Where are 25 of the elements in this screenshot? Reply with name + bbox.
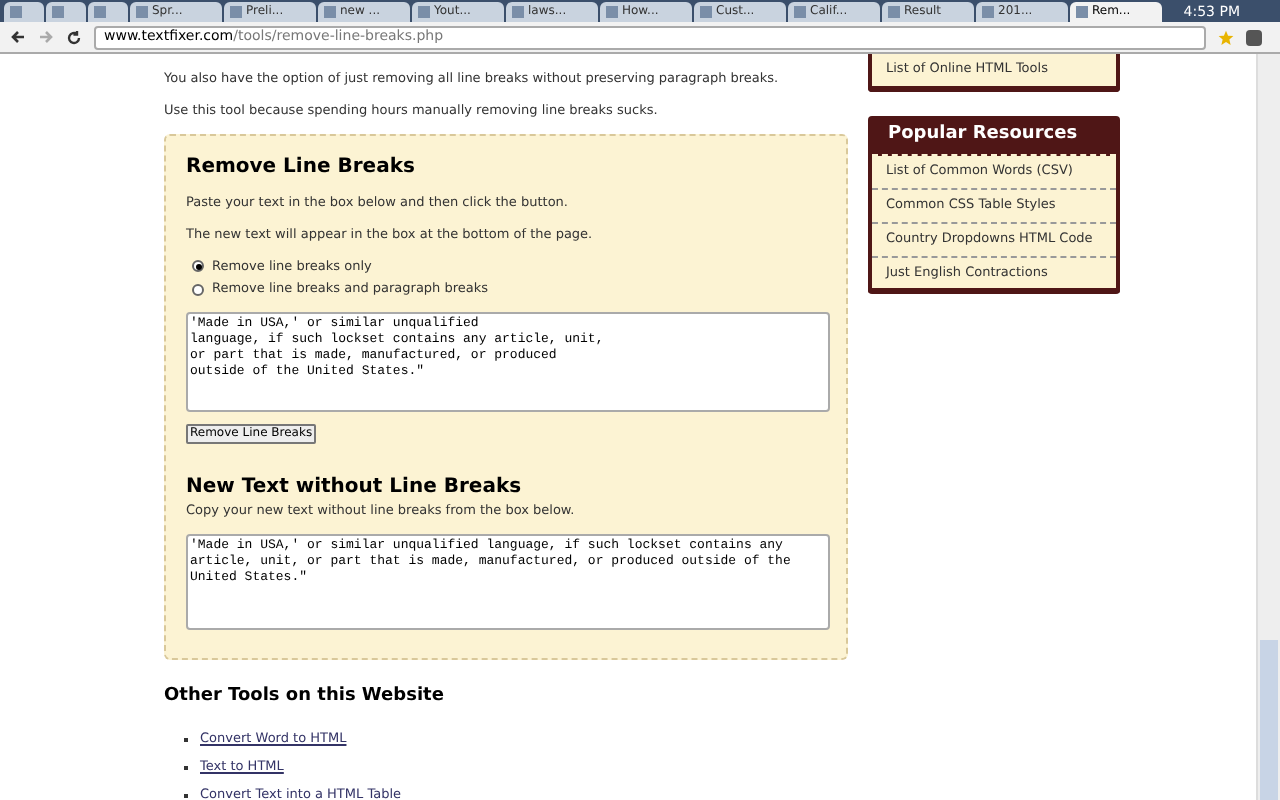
reload-icon[interactable] xyxy=(66,29,82,45)
star-icon[interactable] xyxy=(1218,29,1234,45)
page-icon xyxy=(136,6,148,18)
scrollbar[interactable] xyxy=(1256,54,1280,800)
page-icon xyxy=(52,6,64,18)
page-icon xyxy=(230,6,242,18)
forward-icon[interactable] xyxy=(38,30,54,44)
page-icon xyxy=(10,6,22,18)
page-icon xyxy=(512,6,524,18)
page-icon xyxy=(94,6,106,18)
page-icon xyxy=(700,6,712,18)
page-icon xyxy=(888,6,900,18)
page-icon xyxy=(324,6,336,18)
radio-button[interactable] xyxy=(192,284,204,297)
page-icon xyxy=(794,6,806,18)
page-icon xyxy=(982,6,994,18)
page-icon xyxy=(1076,6,1088,18)
sidebar-heading: Popular Resources xyxy=(872,115,1116,157)
section-heading: New Text without Line Breaks xyxy=(186,474,524,502)
section-heading: Remove Line Breaks xyxy=(186,154,417,182)
back-icon[interactable] xyxy=(10,30,26,44)
radio-button[interactable] xyxy=(192,260,204,273)
section-heading: Other Tools on this Website xyxy=(164,683,446,710)
page-icon xyxy=(418,6,430,18)
page-icon xyxy=(606,6,618,18)
